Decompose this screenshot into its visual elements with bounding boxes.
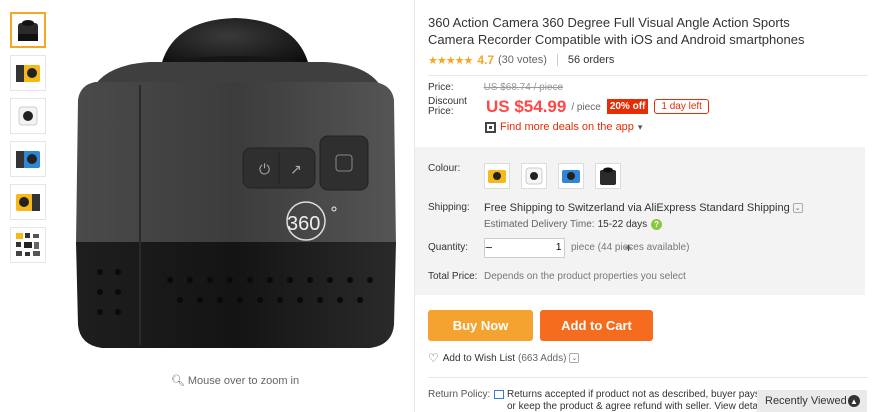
discount-badge: 20% off <box>606 99 649 114</box>
wishlist-text: Add to Wish List <box>442 352 516 364</box>
yellow-camera-thumb-2-icon <box>16 194 40 211</box>
wishlist-count: (663 Adds) <box>518 352 567 364</box>
help-icon[interactable]: ? <box>651 219 663 230</box>
delivery-label: Estimated Delivery Time: <box>484 219 595 230</box>
discount-price-label: Discount Price: <box>428 97 486 117</box>
main-product-image[interactable]: ⏻ ↗ 360 <box>60 10 410 370</box>
camera-product-image: ⏻ ↗ 360 <box>76 18 396 348</box>
discount-label-line2: Price: <box>428 106 454 117</box>
thumbnail-yellow-2[interactable] <box>10 184 46 220</box>
quantity-minus-button[interactable]: − <box>485 239 493 257</box>
colour-row: Colour: <box>428 163 632 189</box>
total-price-row: Total Price: Depends on the product prop… <box>428 271 686 282</box>
thumbnail-yellow[interactable] <box>10 55 46 91</box>
price-block: Price: US $68.74 / piece Discount Price:… <box>428 82 868 133</box>
magnifier-icon: 🔍︎ <box>170 375 185 387</box>
shipping-method[interactable]: Free Shipping to Switzerland via AliExpr… <box>484 202 803 214</box>
quantity-row: Quantity: − + piece (44 pieces available… <box>428 238 689 258</box>
votes-link[interactable]: (30 votes) <box>498 54 547 66</box>
price-label: Price: <box>428 82 454 93</box>
yellow-camera-thumb-icon <box>16 65 40 82</box>
buy-now-button[interactable]: Buy Now <box>428 310 533 341</box>
colour-swatch-blue[interactable] <box>558 163 584 189</box>
accessories-thumb-icon <box>16 233 40 256</box>
star-rating-icon: ★★★★★ <box>428 54 473 67</box>
pieces-available: piece (44 pieces available) <box>571 242 690 253</box>
product-title: 360 Action Camera 360 Degree Full Visual… <box>428 15 805 47</box>
recently-viewed-label: Recently Viewed <box>765 395 847 407</box>
orders-count: 56 orders <box>567 54 615 66</box>
black-camera-swatch-icon <box>600 167 616 185</box>
delivery-days: 15-22 days <box>597 219 648 230</box>
colour-swatch-yellow[interactable] <box>484 163 510 189</box>
thumbnail-accessories[interactable] <box>10 227 46 263</box>
total-price-note: Depends on the product properties you se… <box>484 271 686 282</box>
shipping-row: Shipping: Free Shipping to Switzerland v… <box>428 202 803 230</box>
blue-camera-thumb-icon <box>16 151 40 168</box>
return-guarantee-icon <box>494 389 504 399</box>
days-left-badge: 1 day left <box>654 99 709 114</box>
quantity-label: Quantity: <box>428 242 469 253</box>
app-deals-text: Find more deals on the app <box>500 121 634 133</box>
black-cube-camera-thumb-icon <box>18 20 38 41</box>
divider-actions <box>428 377 868 378</box>
colour-swatch-white[interactable] <box>521 163 547 189</box>
zoom-hint-text: Mouse over to zoom in <box>187 375 300 387</box>
app-deals-link[interactable]: Find more deals on the app ▾ <box>485 121 868 133</box>
main-image-360-label: 360 <box>287 213 320 235</box>
white-camera-swatch-icon <box>525 167 543 185</box>
svg-text:⏻: ⏻ <box>259 162 270 178</box>
rating-row: ★★★★★ 4.7 (30 votes) 56 orders <box>428 53 868 67</box>
product-info: 360 Action Camera 360 Degree Full Visual… <box>428 14 868 67</box>
zoom-hint: 🔍︎ Mouse over to zoom in <box>60 374 410 387</box>
recently-viewed-tab[interactable]: Recently Viewed ▲ <box>757 390 867 412</box>
rating-value: 4.7 <box>477 53 494 67</box>
dropdown-arrow-icon: ▾ <box>637 121 643 132</box>
divider-title <box>428 75 868 76</box>
per-piece: / piece <box>571 102 601 113</box>
discount-price: US $54.99 <box>486 97 567 116</box>
yellow-camera-swatch-icon <box>488 170 506 183</box>
chevron-up-icon: ▲ <box>848 395 860 407</box>
total-price-label: Total Price: <box>428 271 478 282</box>
quantity-stepper: − + <box>484 238 632 258</box>
thumbnail-black-cube[interactable] <box>10 12 46 48</box>
wishlist-chevron-icon[interactable]: ⌄ <box>569 353 580 363</box>
svg-text:↗: ↗ <box>290 162 302 178</box>
return-policy: Return Policy: Returns accepted if produ… <box>428 389 760 412</box>
white-camera-thumb-icon <box>18 106 38 126</box>
qr-code-icon <box>485 121 496 133</box>
delivery-time: Estimated Delivery Time: 15-22 days ? <box>484 219 803 230</box>
blue-camera-swatch-icon <box>562 170 580 183</box>
add-to-wishlist[interactable]: ♡ Add to Wish List (663 Adds) ⌄ <box>428 351 580 365</box>
return-line-1: Returns accepted if product not as descr… <box>507 389 760 400</box>
add-to-cart-button[interactable]: Add to Cart <box>540 310 653 341</box>
return-line-2: or keep the product & agree refund with … <box>507 401 759 412</box>
original-price: US $68.74 / piece <box>483 82 564 93</box>
shipping-label: Shipping: <box>428 202 470 213</box>
shipping-text: Free Shipping to Switzerland via AliExpr… <box>484 202 790 214</box>
rating-separator <box>556 54 558 66</box>
colour-swatch-black[interactable] <box>595 163 621 189</box>
thumbnail-white[interactable] <box>10 98 46 134</box>
colour-label: Colour: <box>428 163 461 174</box>
return-policy-label: Return Policy: <box>428 389 491 400</box>
heart-icon: ♡ <box>428 351 439 365</box>
thumbnail-strip <box>10 12 48 270</box>
thumbnail-blue[interactable] <box>10 141 46 177</box>
chevron-down-icon[interactable]: ⌄ <box>792 203 803 214</box>
